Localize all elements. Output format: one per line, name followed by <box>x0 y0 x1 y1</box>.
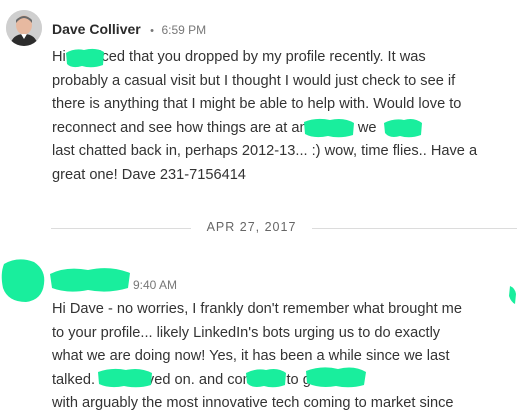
sender-name[interactable]: Dave Colliver <box>52 21 141 37</box>
message-line: great one! Dave 231-7156414 <box>52 166 246 183</box>
message-header: 9:40 AM <box>133 276 177 294</box>
message-time: 9:40 AM <box>133 278 178 292</box>
redacted-sender-name[interactable] <box>48 264 132 296</box>
message-line: Hi Dave - no worries, I frankly don't re… <box>52 301 462 317</box>
message-line: reconnect and see how things are at and … <box>52 119 377 136</box>
message-time: 6:59 PM <box>161 23 207 37</box>
message-line: talked. has moved on. and continue to gr… <box>52 371 335 388</box>
message-line: what we are doing now! Yes, it has been … <box>52 348 450 364</box>
date-label: APR 27, 2017 <box>206 220 297 234</box>
separator-rule <box>312 228 517 229</box>
message-line: with arguably the most innovative tech c… <box>52 395 454 411</box>
message-body: Hi Dave - no worries, I frankly don't re… <box>52 298 512 416</box>
separator-dot: • <box>150 25 155 37</box>
message-line: there is anything that I might be able t… <box>52 96 462 112</box>
redacted-avatar-icon[interactable] <box>0 256 48 304</box>
message-header: Dave Colliver • 6:59 PM <box>52 21 206 39</box>
separator-rule <box>51 228 191 229</box>
message-line: to your profile... likely LinkedIn's bot… <box>52 324 441 341</box>
date-separator: APR 27, 2017 <box>0 218 517 238</box>
user-avatar-icon <box>6 10 42 46</box>
message-line: probably a casual visit but I thought I … <box>52 72 456 89</box>
message-line: last chatted back in, perhaps 2012-13...… <box>52 143 478 159</box>
message-line: Hi I noticed that you dropped by my prof… <box>52 49 426 65</box>
message-body: Hi I noticed that you dropped by my prof… <box>52 46 512 187</box>
avatar[interactable] <box>6 10 42 46</box>
